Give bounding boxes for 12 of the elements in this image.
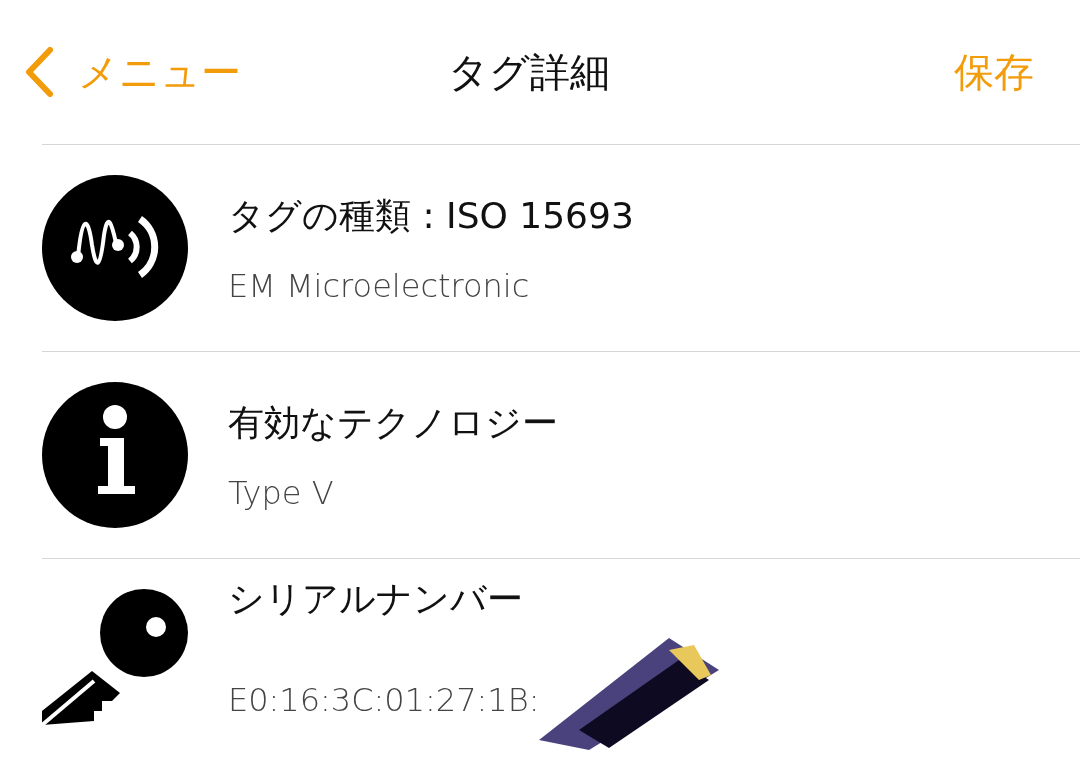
row-subtitle: Type V bbox=[228, 473, 334, 512]
row-subtitle: E0:16:3C:01:27:1B: bbox=[228, 680, 540, 719]
save-button[interactable]: 保存 bbox=[954, 44, 1034, 100]
back-button[interactable]: メニュー bbox=[24, 44, 241, 100]
row-subtitle: EM Microelectronic bbox=[228, 266, 530, 305]
row-title: 有効なテクノロジー bbox=[228, 400, 558, 445]
page-title: タグ詳細 bbox=[448, 47, 610, 97]
row-title: シリアルナンバー bbox=[228, 576, 524, 621]
row-title: タグの種類 : ISO 15693 bbox=[228, 193, 634, 238]
nfc-tag-icon bbox=[42, 175, 188, 321]
chevron-left-icon bbox=[24, 47, 54, 97]
info-icon bbox=[42, 382, 188, 528]
